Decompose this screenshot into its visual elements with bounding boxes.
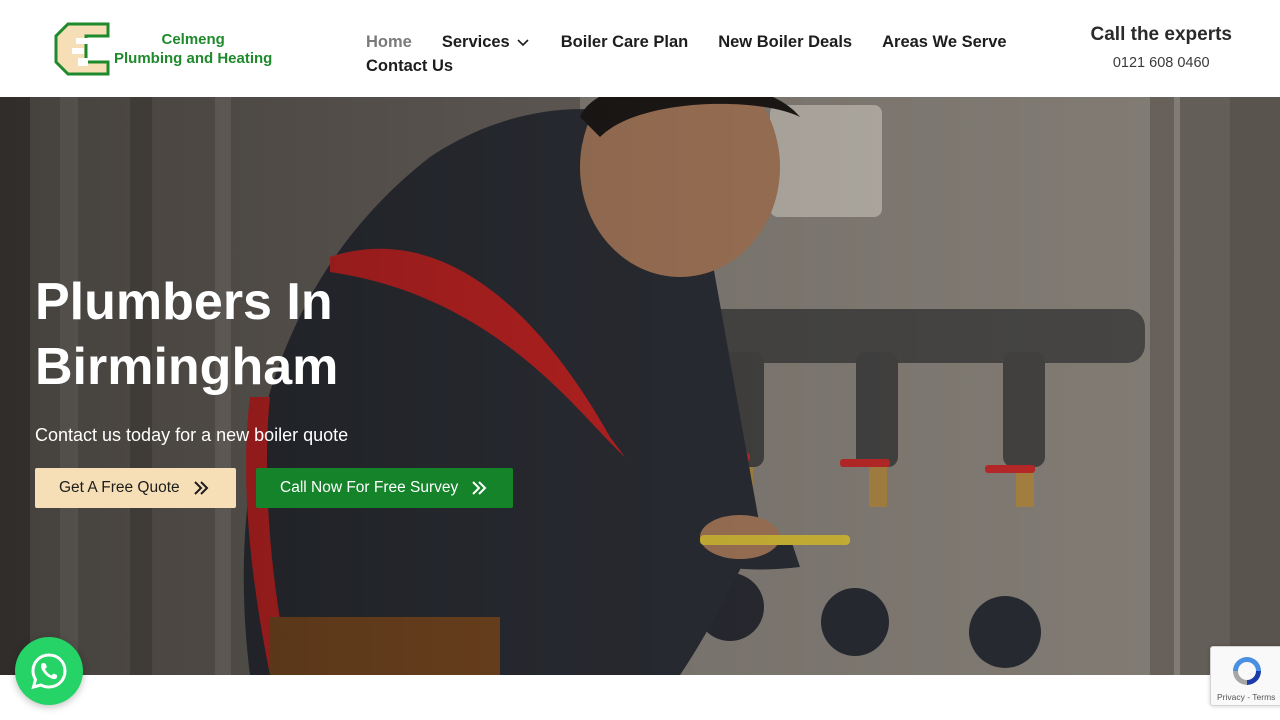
logo-name-line2: Plumbing and Heating — [114, 50, 273, 67]
hero-subtitle: Contact us today for a new boiler quote — [35, 425, 349, 445]
header-call-cta: Call the experts 0121 608 0460 — [1091, 24, 1233, 71]
nav-item-home[interactable]: Home — [366, 33, 412, 52]
hero-section: Plumbers In Birmingham Contact us today … — [0, 97, 1280, 675]
whatsapp-chat-button[interactable] — [15, 637, 83, 705]
logo-name-line1: Celmeng — [161, 31, 225, 48]
hero-content: Plumbers In Birmingham Contact us today … — [35, 270, 635, 508]
call-experts-heading: Call the experts — [1090, 24, 1233, 45]
site-header: Celmeng Plumbing and Heating Home Servic… — [0, 0, 1280, 97]
nav-item-new-boiler-deals[interactable]: New Boiler Deals — [718, 33, 852, 52]
nav-row-1: Home Services Boiler Care Plan New Boile… — [366, 30, 1056, 54]
double-chevron-right-icon — [193, 481, 209, 495]
hero-buttons: Get A Free Quote Call Now For Free Surve… — [35, 468, 635, 508]
get-free-quote-button[interactable]: Get A Free Quote — [35, 468, 236, 508]
logo-text: Celmeng Plumbing and Heating — [114, 30, 272, 68]
nav-item-areas-we-serve[interactable]: Areas We Serve — [882, 33, 1006, 52]
nav-item-services-label: Services — [441, 32, 510, 51]
hero-heading-line1: Plumbers In — [35, 273, 333, 331]
header-phone-link[interactable]: 0121 608 0460 — [1091, 55, 1233, 71]
call-now-survey-button[interactable]: Call Now For Free Survey — [256, 468, 513, 508]
nav-item-services[interactable]: Services — [442, 33, 530, 52]
call-now-survey-label: Call Now For Free Survey — [280, 479, 459, 496]
double-chevron-right-icon — [472, 481, 487, 495]
nav-item-boiler-care-plan[interactable]: Boiler Care Plan — [561, 33, 688, 52]
hero-heading-line2: Birmingham — [35, 338, 339, 396]
nav-item-contact-us[interactable]: Contact Us — [366, 57, 453, 76]
recaptcha-icon — [1233, 657, 1261, 685]
logo-mark-icon — [54, 22, 110, 76]
whatsapp-icon — [31, 653, 67, 690]
recaptcha-badge[interactable]: Privacy - Terms — [1210, 646, 1280, 706]
recaptcha-links[interactable]: Privacy - Terms — [1217, 692, 1275, 702]
nav-row-2: Contact Us — [366, 54, 1056, 78]
site-logo[interactable]: Celmeng Plumbing and Heating — [54, 21, 286, 77]
chevron-down-icon — [517, 39, 529, 47]
hero-heading: Plumbers In Birmingham — [35, 270, 635, 400]
get-free-quote-label: Get A Free Quote — [59, 479, 180, 496]
main-nav: Home Services Boiler Care Plan New Boile… — [366, 30, 1056, 78]
